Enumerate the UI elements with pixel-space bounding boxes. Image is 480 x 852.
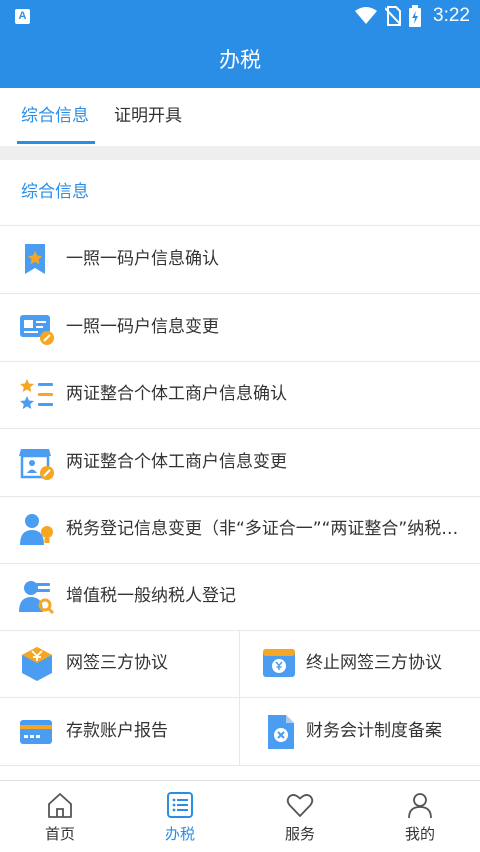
no-sim-icon <box>385 6 402 26</box>
battery-charging-icon <box>409 5 422 27</box>
list-item-label: 税务登记信息变更（非“多证合一”“两证整合”纳税人） <box>66 519 466 539</box>
status-time: 3:22 <box>433 5 470 26</box>
nav-label: 办税 <box>164 825 195 843</box>
page-title: 办税 <box>0 32 480 88</box>
nav-label: 服务 <box>284 825 315 843</box>
grid-item-terminate-tripartite-agreement[interactable]: 终止网签三方协议 <box>240 630 480 698</box>
list-item-label: 增值税一般纳税人登记 <box>66 586 236 606</box>
list-item-vat-taxpayer-registration[interactable]: 增值税一般纳税人登记 <box>0 563 480 631</box>
status-bar: A 3:22 <box>0 0 480 32</box>
shop-edit-icon <box>19 449 54 480</box>
nav-tax[interactable]: 办税 <box>120 781 240 852</box>
bank-card-icon <box>20 720 52 744</box>
grid-item-online-tripartite-agreement[interactable]: 网签三方协议 <box>0 630 239 698</box>
list-item-individual-business-confirm[interactable]: 两证整合个体工商户信息确认 <box>0 361 480 429</box>
list-item-label: 两证整合个体工商户信息确认 <box>66 384 287 404</box>
bottom-navigation: 首页 办税 服务 我的 <box>0 780 480 852</box>
document-close-icon <box>268 715 294 749</box>
list-item-individual-business-change[interactable]: 两证整合个体工商户信息变更 <box>0 429 480 497</box>
list-icon <box>167 792 193 818</box>
person-bulb-icon <box>20 514 53 545</box>
nav-service[interactable]: 服务 <box>240 781 360 852</box>
list-item-label: 两证整合个体工商户信息变更 <box>66 452 287 472</box>
grid-divider <box>239 630 240 766</box>
tab-comprehensive-info[interactable]: 综合信息 <box>21 88 89 146</box>
nav-home[interactable]: 首页 <box>0 781 120 852</box>
tab-bar: 综合信息 证明开具 <box>0 88 480 146</box>
section-title: 综合信息 <box>0 160 480 226</box>
active-tab-indicator <box>17 141 95 144</box>
app-notification-icon: A <box>15 9 30 24</box>
nav-label: 首页 <box>44 825 75 843</box>
list-item-tax-registration-change[interactable]: 税务登记信息变更（非“多证合一”“两证整合”纳税人） <box>0 496 480 564</box>
grid-item-accounting-system-filing[interactable]: 财务会计制度备案 <box>240 698 480 766</box>
grid-item-deposit-account-report[interactable]: 存款账户报告 <box>0 698 239 766</box>
list-item-label: 一照一码户信息确认 <box>66 249 219 269</box>
list-item-license-info-change[interactable]: 一照一码户信息变更 <box>0 294 480 362</box>
yuan-window-icon <box>263 649 295 677</box>
star-ribbon-icon <box>25 244 45 274</box>
wifi-icon <box>355 7 378 24</box>
grid-item-label: 财务会计制度备案 <box>306 721 442 741</box>
home-icon <box>48 793 72 818</box>
section-divider <box>0 146 480 160</box>
nav-mine[interactable]: 我的 <box>360 781 480 852</box>
id-card-edit-icon <box>20 315 54 345</box>
grid-item-label: 终止网签三方协议 <box>306 653 442 673</box>
person-search-icon <box>19 581 55 615</box>
star-list-icon <box>20 379 53 409</box>
list-item-license-info-confirm[interactable]: 一照一码户信息确认 <box>0 226 480 294</box>
user-icon <box>408 793 432 819</box>
yuan-cube-icon <box>22 647 52 681</box>
grid-item-label: 存款账户报告 <box>66 721 168 741</box>
list-item-label: 一照一码户信息变更 <box>66 317 219 337</box>
heart-icon <box>286 794 314 817</box>
nav-label: 我的 <box>404 825 435 843</box>
tab-certificate-issuance[interactable]: 证明开具 <box>114 88 182 146</box>
grid-item-label: 网签三方协议 <box>66 653 168 673</box>
